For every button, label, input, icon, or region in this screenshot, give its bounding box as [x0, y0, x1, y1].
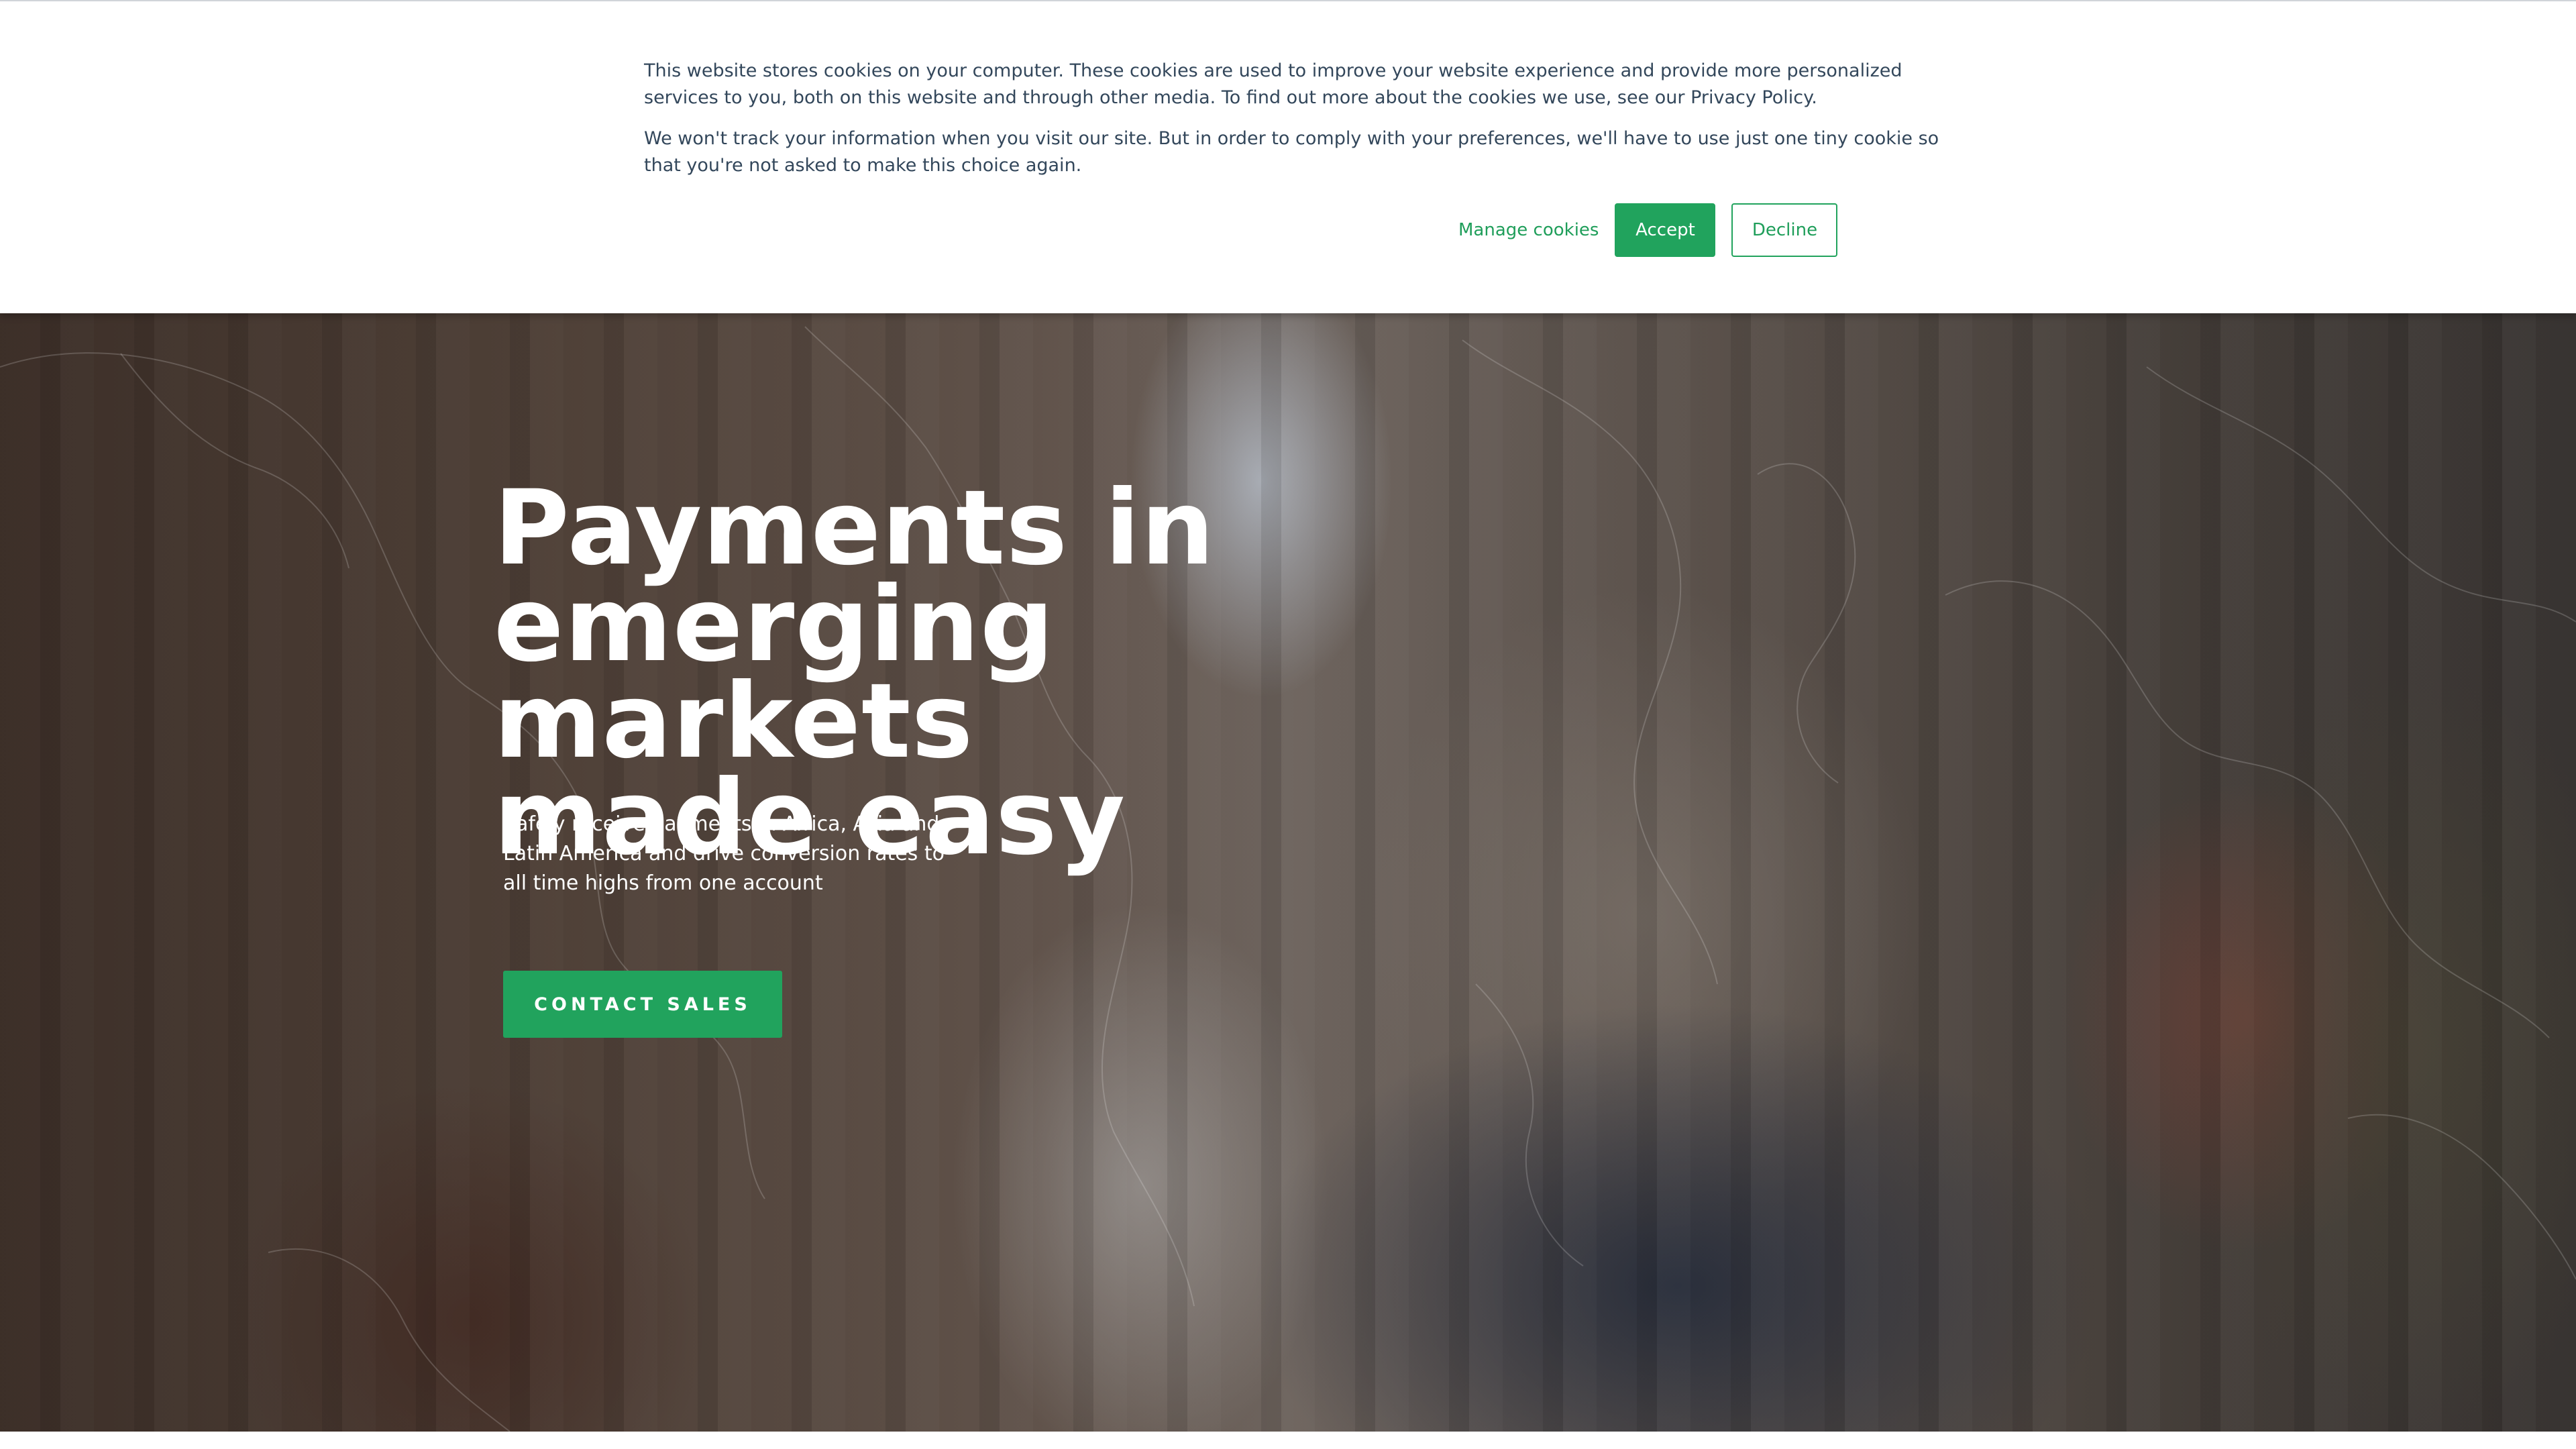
page-bottom-edge — [0, 1432, 2576, 1449]
hero-title-line-2: emerging markets — [494, 565, 1055, 782]
hero-section: Payments in emerging markets made easy S… — [0, 313, 2576, 1432]
cookie-paragraph-1: This website stores cookies on your comp… — [644, 60, 1902, 108]
accept-cookies-button[interactable]: Accept — [1615, 203, 1716, 257]
decline-cookies-button[interactable]: Decline — [1731, 203, 1838, 257]
cookie-message: This website stores cookies on your comp… — [644, 58, 1952, 193]
cookie-paragraph-2: We won't track your information when you… — [644, 128, 1939, 176]
contact-sales-button[interactable]: CONTACT SALES — [503, 971, 782, 1038]
cookie-actions: Manage cookies Accept Decline — [1454, 203, 1838, 257]
hero-subtitle: Safely receive payments in Africa, Asia … — [503, 812, 945, 895]
manage-cookies-link[interactable]: Manage cookies — [1454, 220, 1599, 240]
cookie-banner: This website stores cookies on your comp… — [0, 0, 2576, 313]
hero-title: Payments in emerging markets made easy — [494, 477, 1500, 870]
